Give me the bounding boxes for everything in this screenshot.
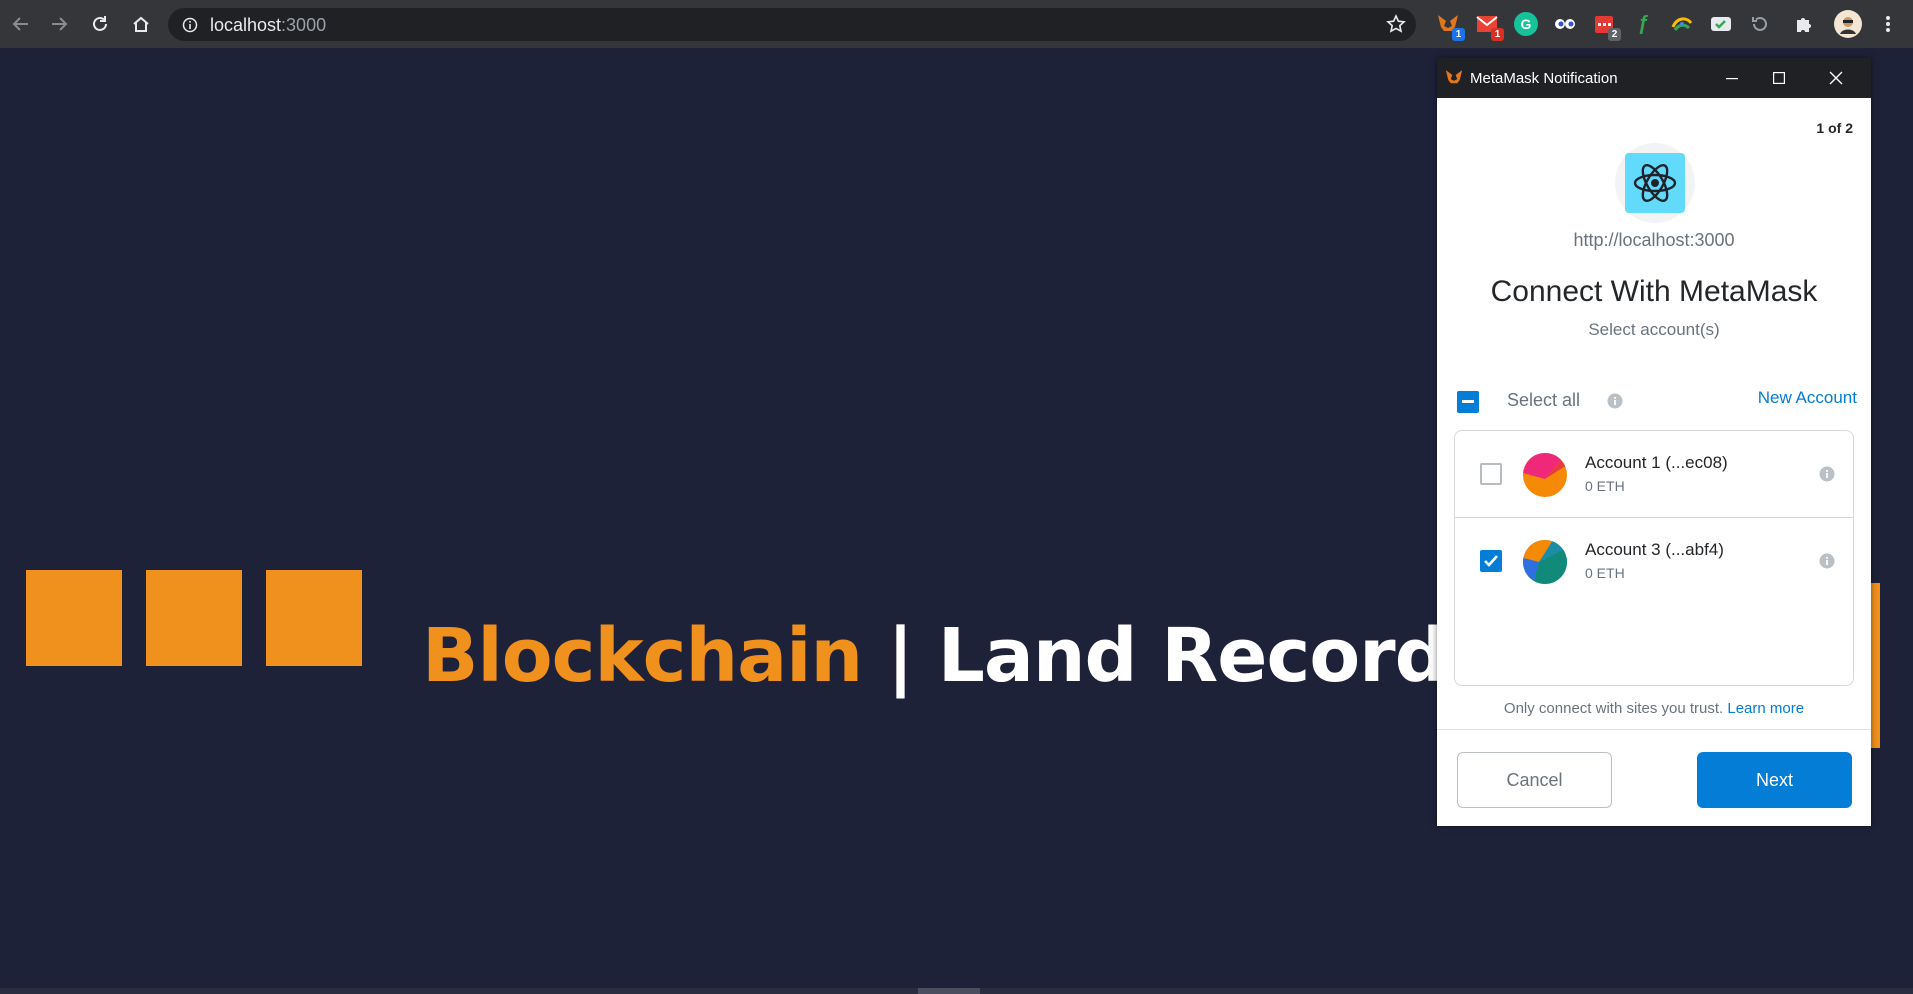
account-checkbox[interactable]: [1480, 550, 1502, 572]
select-all-checkbox[interactable]: [1457, 391, 1479, 413]
url-port: :3000: [281, 15, 327, 35]
account-info-icon[interactable]: [1819, 466, 1835, 487]
trust-text: Only connect with sites you trust.: [1503, 700, 1724, 717]
window-title: MetaMask Notification: [1470, 70, 1618, 87]
account-info-icon[interactable]: [1819, 553, 1835, 574]
url-text: localhost:3000: [210, 15, 326, 36]
trust-notice: Only connect with sites you trust. Learn…: [1437, 700, 1871, 717]
reload-icon[interactable]: [86, 10, 114, 38]
account-name: Account 3 (...abf4): [1585, 540, 1724, 559]
puzzle-extensions-icon[interactable]: [1792, 12, 1816, 36]
gmail-extension-icon[interactable]: 1: [1475, 12, 1504, 41]
next-button[interactable]: Next: [1697, 752, 1852, 808]
account-3-avatar: [1523, 540, 1567, 584]
account-balance: 0 ETH: [1585, 478, 1625, 494]
f-extension-icon[interactable]: ƒ: [1631, 12, 1655, 36]
site-origin: http://localhost:3000: [1573, 230, 1735, 250]
forward-icon[interactable]: [45, 10, 73, 38]
connect-panel: 1 of 2 http://localhost:3000 Connect Wit…: [1437, 98, 1871, 826]
calendar-badge: 2: [1608, 28, 1621, 41]
minimize-icon[interactable]: [1717, 64, 1747, 92]
grammarly-extension-icon[interactable]: G: [1514, 12, 1538, 36]
title-highlight: Blockchain: [422, 613, 863, 699]
metamask-fox-icon: [1445, 69, 1463, 91]
account-row[interactable]: Account 3 (...abf4) 0 ETH: [1455, 518, 1853, 605]
history-extension-icon[interactable]: [1748, 12, 1772, 36]
back-icon[interactable]: [7, 10, 35, 38]
maximize-icon[interactable]: [1764, 64, 1794, 92]
account-balance: 0 ETH: [1585, 565, 1625, 581]
logo-square-2: [146, 570, 242, 666]
close-icon[interactable]: [1821, 64, 1851, 92]
react-logo-icon: [1625, 153, 1685, 213]
select-all-row: Select all New Account: [1457, 388, 1857, 416]
logo-square-1: [26, 570, 122, 666]
profile-avatar[interactable]: [1834, 10, 1862, 38]
metamask-extension-icon[interactable]: 1: [1436, 12, 1465, 41]
gmail-badge: 1: [1491, 28, 1504, 41]
menu-kebab-icon[interactable]: [1876, 12, 1900, 36]
tab-extension-icon[interactable]: [1670, 12, 1694, 36]
select-all-info-icon[interactable]: [1607, 393, 1623, 414]
mail-check-extension-icon[interactable]: [1709, 12, 1733, 36]
eyes-extension-icon[interactable]: [1553, 12, 1577, 36]
orange-edge-decoration: [1870, 583, 1880, 748]
account-row[interactable]: Account 1 (...ec08) 0 ETH: [1455, 431, 1853, 518]
bookmark-star-icon[interactable]: [1386, 14, 1406, 39]
account-name: Account 1 (...ec08): [1585, 453, 1728, 472]
account-checkbox[interactable]: [1480, 463, 1502, 485]
browser-toolbar: localhost:3000 1 1 G 2 ƒ: [0, 0, 1913, 48]
footer-divider: [1437, 729, 1871, 730]
account-list: Account 1 (...ec08) 0 ETH Account 3 (...…: [1454, 430, 1854, 686]
window-titlebar: MetaMask Notification: [1437, 58, 1871, 98]
url-host: localhost: [210, 15, 282, 35]
select-all-label: Select all: [1507, 390, 1581, 410]
request-counter: 1 of 2: [1816, 120, 1853, 136]
connect-heading: Connect With MetaMask: [1490, 275, 1818, 308]
address-bar[interactable]: localhost:3000: [168, 8, 1416, 41]
logo-square-3: [266, 570, 362, 666]
info-icon[interactable]: [182, 17, 198, 38]
metamask-badge: 1: [1452, 28, 1465, 41]
new-account-link[interactable]: New Account: [1758, 388, 1857, 408]
connect-subheading: Select account(s): [1588, 320, 1720, 339]
cancel-button[interactable]: Cancel: [1457, 752, 1612, 808]
metamask-window: MetaMask Notification 1 of 2 http://loca…: [1437, 58, 1871, 826]
calendar-extension-icon[interactable]: 2: [1592, 12, 1621, 41]
bottom-scrollbar[interactable]: [0, 988, 1913, 994]
f-letter: ƒ: [1637, 12, 1649, 35]
home-icon[interactable]: [127, 10, 155, 38]
grammarly-letter: G: [1520, 16, 1532, 32]
site-icon-container: [1615, 143, 1695, 223]
scrollbar-thumb[interactable]: [918, 988, 980, 994]
account-1-avatar: [1523, 453, 1567, 497]
learn-more-link[interactable]: Learn more: [1727, 700, 1804, 717]
